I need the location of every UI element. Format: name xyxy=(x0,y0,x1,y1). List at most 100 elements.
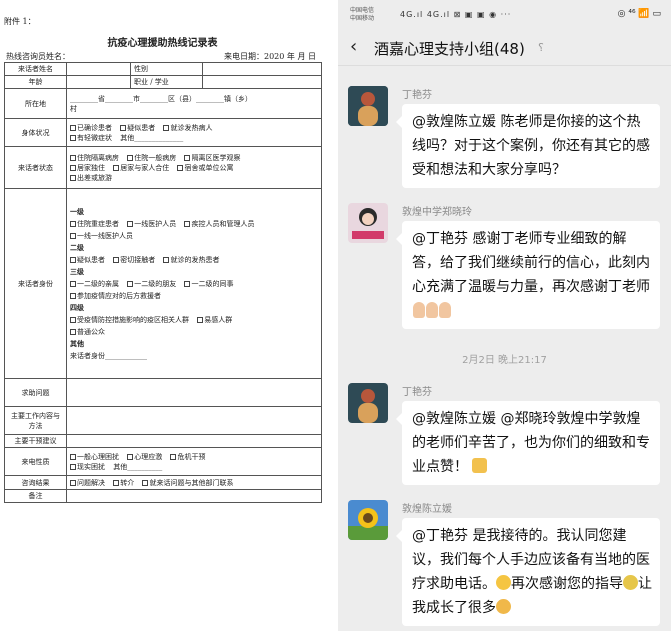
message-text: @丁艳芬 感谢丁老师专业细致的解答，给了我们继续前行的信心，此刻内心充满了温暖与… xyxy=(412,231,650,295)
other-heading: 其他 xyxy=(70,338,84,348)
nature-opt-other[interactable]: 其他__________ xyxy=(113,462,162,472)
sender-name: 敦煌陈立媛 xyxy=(402,504,452,515)
avatar[interactable] xyxy=(348,383,388,423)
health-label: 身体状况 xyxy=(4,118,67,147)
back-icon[interactable]: ‹ xyxy=(350,36,357,57)
caller-name-field[interactable] xyxy=(66,62,131,76)
l1-opt-3[interactable]: 一线一线医护人员 xyxy=(70,230,133,242)
chat-header: ‹ 酒嘉心理支持小组(48) ⸮ xyxy=(338,30,671,66)
identity-label: 来话者身份 xyxy=(4,188,67,379)
l4-opt-2[interactable]: 普通公众 xyxy=(70,326,105,338)
health-opt-other[interactable]: 其他______________ xyxy=(120,133,183,143)
l2-opt-0[interactable]: 疑似患者 xyxy=(70,254,105,266)
help-field[interactable] xyxy=(66,378,322,407)
message-text: 再次感谢您的指导 xyxy=(511,576,623,592)
carrier-labels: 中国电信 中国移动 xyxy=(350,7,374,23)
status-bar: 中国电信 中国移动 4G.ıl 4G.ıl ⊠ ▣ ▣ ◉ ··· ◎ ⁴⁶ 📶… xyxy=(338,0,671,30)
l3-opt-2[interactable]: 一二级的同事 xyxy=(184,278,233,290)
nature-label: 来电性质 xyxy=(4,447,67,476)
form-title: 抗疫心理援助热线记录表 xyxy=(107,38,218,49)
pray-emoji-icon xyxy=(426,302,438,318)
location-fields: ________省________市________区（县）________镇（… xyxy=(70,94,252,103)
location-village: 村 xyxy=(70,104,77,113)
chat-title: 酒嘉心理支持小组(48) xyxy=(374,40,525,58)
work-label: 主要工作内容与方法 xyxy=(4,406,67,435)
record-table: 来话者姓名 性别 年龄 职业 / 学业 所在地 ________省_______… xyxy=(4,62,322,503)
avatar[interactable] xyxy=(348,86,388,126)
chat-message: 丁艳芬 @敦煌陈立媛 陈老师是你接的这个热线吗？对于这个案例，你还有其它的感受和… xyxy=(348,86,666,206)
sender-name: 丁艳芬 xyxy=(402,90,432,101)
health-options: 已确诊患者 疑似患者 就诊发热病人 有轻微症状 其他______________ xyxy=(66,118,322,147)
l1-opt-0[interactable]: 住院重症患者 xyxy=(70,218,119,230)
level3-heading: 三级 xyxy=(70,266,84,276)
result-opt-2[interactable]: 就来话问题与其他部门联系 xyxy=(142,478,233,488)
heart-eyes-emoji-icon xyxy=(496,599,511,614)
l1-opt-2[interactable]: 疾控人员和管理人员 xyxy=(184,218,254,230)
nature-opt-3[interactable]: 现实困扰 xyxy=(70,462,105,472)
carrier-2: 中国移动 xyxy=(350,15,375,22)
state-opt-2[interactable]: 隔离区医学观察 xyxy=(184,153,240,163)
other-identity[interactable]: 来话者身份____________ xyxy=(70,352,147,360)
l3-opt-1[interactable]: 一二级的朋友 xyxy=(127,278,176,290)
l4-opt-1[interactable]: 易感人群 xyxy=(197,314,232,326)
location-field[interactable]: ________省________市________区（县）________镇（… xyxy=(66,88,322,119)
state-opt-6[interactable]: 出差或旅游 xyxy=(70,173,112,183)
health-opt-fever[interactable]: 就诊发热病人 xyxy=(163,123,212,133)
hug-emoji-icon xyxy=(623,575,638,590)
work-field[interactable] xyxy=(66,406,322,435)
health-opt-confirmed[interactable]: 已确诊患者 xyxy=(70,123,112,133)
hotline-record-form: 附件 1： 抗疫心理援助热线记录表 热线咨询员姓名： 来电日期：2020 年 月… xyxy=(0,0,325,631)
health-opt-suspected[interactable]: 疑似患者 xyxy=(120,123,155,133)
message-bubble[interactable]: @丁艳芬 是我接待的。我认同您建议，我们每个人手边应该备有当地的医疗求助电话。再… xyxy=(396,518,660,626)
nature-opt-2[interactable]: 危机干预 xyxy=(170,452,205,462)
l3-opt-3[interactable]: 参加疫情应对的后方救援者 xyxy=(70,290,161,302)
gender-field[interactable] xyxy=(202,62,322,76)
nature-opt-0[interactable]: 一般心理困扰 xyxy=(70,452,119,462)
suggest-label: 主要干预建议 xyxy=(4,434,67,448)
nature-options: 一般心理困扰 心理应激 危机干预 现实困扰 其他__________ xyxy=(66,447,322,476)
level1-heading: 一级 xyxy=(70,206,84,216)
occupation-field[interactable] xyxy=(202,75,322,89)
avatar[interactable] xyxy=(348,500,388,540)
avatar[interactable] xyxy=(348,203,388,243)
time-separator: 2月2日 晚上21:17 xyxy=(462,355,547,366)
l2-opt-1[interactable]: 密切接触者 xyxy=(113,254,155,266)
state-opt-3[interactable]: 居家独住 xyxy=(70,163,105,173)
gender-label: 性别 xyxy=(130,62,203,76)
l3-opt-0[interactable]: 一二级的亲属 xyxy=(70,278,119,290)
state-opt-5[interactable]: 宿舍或单位公寓 xyxy=(177,163,233,173)
state-opt-1[interactable]: 住院一般病房 xyxy=(127,153,176,163)
message-bubble[interactable]: @敦煌陈立媛 @郑晓玲敦煌中学敦煌的老师们辛苦了，也为你们的细致和专业点赞！ xyxy=(396,401,660,485)
state-opt-4[interactable]: 居家与家人合住 xyxy=(113,163,169,173)
result-opt-0[interactable]: 问题解决 xyxy=(70,478,105,488)
form-meta: 热线咨询员姓名： 来电日期：2020 年 月 日 xyxy=(6,51,320,62)
note-field[interactable] xyxy=(66,489,322,503)
signal-icons: 4G.ıl 4G.ıl ⊠ ▣ ▣ ◉ ··· xyxy=(400,10,512,19)
location-label: 所在地 xyxy=(4,88,67,119)
result-opt-1[interactable]: 转介 xyxy=(113,478,134,488)
carrier-1: 中国电信 xyxy=(350,7,375,14)
state-options: 住院隔离病房 住院一般病房 隔离区医学观察 居家独住 居家与家人合住 宿舍或单位… xyxy=(66,146,322,189)
thumbs-up-emoji-icon xyxy=(472,458,488,473)
l4-opt-0[interactable]: 受疫情防控措施影响的疫区相关人群 xyxy=(70,314,189,326)
l1-opt-1[interactable]: 一线医护人员 xyxy=(127,218,176,230)
counselor-label: 热线咨询员姓名： xyxy=(6,52,70,61)
chat-message: 敦煌陈立媛 @丁艳芬 是我接待的。我认同您建议，我们每个人手边应该备有当地的医疗… xyxy=(348,500,666,631)
age-label: 年龄 xyxy=(4,75,67,89)
message-bubble[interactable]: @敦煌陈立媛 陈老师是你接的这个热线吗？对于这个案例，你还有其它的感受和想法和大… xyxy=(396,104,660,188)
state-label: 来话者状态 xyxy=(4,146,67,189)
health-opt-mild[interactable]: 有轻微症状 xyxy=(70,133,112,143)
nature-opt-1[interactable]: 心理应激 xyxy=(127,452,162,462)
message-bubble[interactable]: @丁艳芬 感谢丁老师专业细致的解答，给了我们继续前行的信心，此刻内心充满了温暖与… xyxy=(396,221,660,329)
pray-emoji-icon xyxy=(439,302,451,318)
age-field[interactable] xyxy=(66,75,131,89)
caller-name-label: 来话者姓名 xyxy=(4,62,67,76)
state-opt-0[interactable]: 住院隔离病房 xyxy=(70,153,119,163)
l2-opt-2[interactable]: 就诊的发热患者 xyxy=(163,254,219,266)
status-right-icons: ◎ ⁴⁶ 📶 ▭ xyxy=(617,9,661,19)
chat-screen: 中国电信 中国移动 4G.ıl 4G.ıl ⊠ ▣ ▣ ◉ ··· ◎ ⁴⁶ 📶… xyxy=(338,0,671,631)
suggest-field[interactable] xyxy=(66,434,322,448)
chat-message: 丁艳芬 @敦煌陈立媛 @郑晓玲敦煌中学敦煌的老师们辛苦了，也为你们的细致和专业点… xyxy=(348,383,666,493)
message-text: @敦煌陈立媛 @郑晓玲敦煌中学敦煌的老师们辛苦了，也为你们的细致和专业点赞！ xyxy=(412,411,650,475)
chat-message: 敦煌中学郑晓玲 @丁艳芬 感谢丁老师专业细致的解答，给了我们继续前行的信心，此刻… xyxy=(348,203,666,343)
